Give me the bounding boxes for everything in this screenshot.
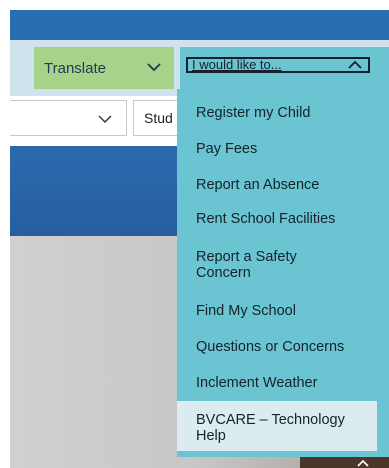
chevron-right-icon[interactable] [356,458,370,468]
menu-item-inclement-weather[interactable]: Inclement Weather [177,375,389,391]
school-select[interactable] [10,100,127,136]
students-label: Stud [144,110,173,126]
chevron-up-icon [348,60,362,69]
menu-item-register-my-child[interactable]: Register my Child [177,105,389,121]
menu-item-pay-fees[interactable]: Pay Fees [177,141,389,157]
menu-item-rent-school-facilities[interactable]: Rent School Facilities [177,211,389,227]
menu-item-bvcare-technology-help[interactable]: BVCARE – Technology Help [177,401,377,451]
menu-item-find-my-school[interactable]: Find My School [177,303,389,319]
chevron-down-icon [147,63,161,72]
header-band [10,10,389,40]
students-button[interactable]: Stud [133,100,183,136]
chevron-down-icon [98,115,112,123]
menu-item-questions-or-concerns[interactable]: Questions or Concerns [177,339,389,355]
translate-label: Translate [44,59,106,77]
menu-item-report-an-absence[interactable]: Report an Absence [177,177,389,193]
i-would-like-to-field[interactable]: I would like to... [186,57,370,73]
i-would-like-to-menu: Register my Child Pay Fees Report an Abs… [177,89,389,457]
i-would-like-to-label: I would like to... [192,57,282,72]
menu-item-report-a-safety-concern[interactable]: Report a Safety Concern [177,249,347,281]
translate-dropdown[interactable]: Translate [34,47,174,89]
